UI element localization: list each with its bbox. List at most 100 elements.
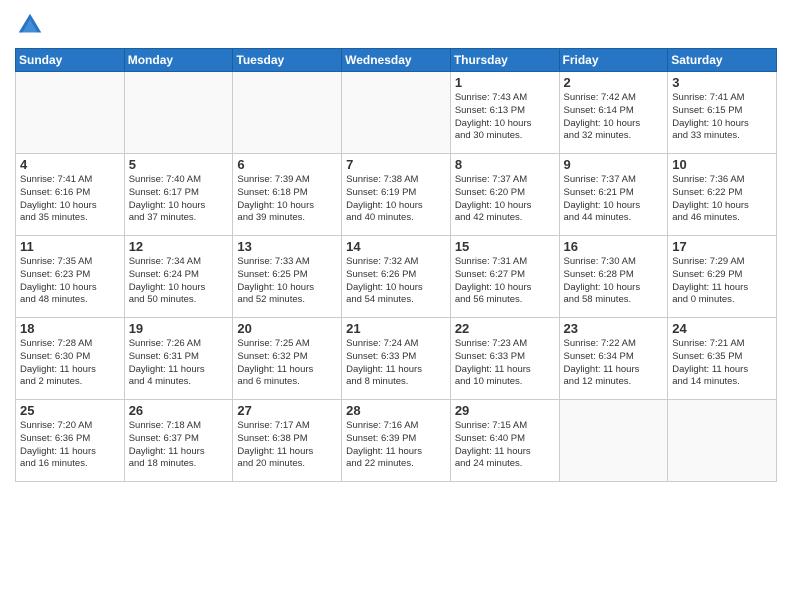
day-number: 25 (20, 403, 120, 418)
calendar-cell-day-23: 23 Sunrise: 7:22 AM Sunset: 6:34 PM Dayli… (559, 318, 668, 400)
calendar-cell-day-18: 18 Sunrise: 7:28 AM Sunset: 6:30 PM Dayli… (16, 318, 125, 400)
calendar-cell-empty (342, 72, 451, 154)
calendar-cell-day-13: 13 Sunrise: 7:33 AM Sunset: 6:25 PM Dayli… (233, 236, 342, 318)
day-number: 16 (564, 239, 664, 254)
weekday-header-tuesday: Tuesday (233, 49, 342, 72)
page-container: SundayMondayTuesdayWednesdayThursdayFrid… (0, 0, 792, 487)
calendar-cell-day-29: 29 Sunrise: 7:15 AM Sunset: 6:40 PM Dayli… (450, 400, 559, 482)
day-info: Sunrise: 7:32 AM Sunset: 6:26 PM Dayligh… (346, 256, 446, 307)
calendar-cell-day-9: 9 Sunrise: 7:37 AM Sunset: 6:21 PM Daylig… (559, 154, 668, 236)
day-info: Sunrise: 7:15 AM Sunset: 6:40 PM Dayligh… (455, 420, 555, 471)
day-number: 26 (129, 403, 229, 418)
day-info: Sunrise: 7:17 AM Sunset: 6:38 PM Dayligh… (237, 420, 337, 471)
day-info: Sunrise: 7:31 AM Sunset: 6:27 PM Dayligh… (455, 256, 555, 307)
day-number: 10 (672, 157, 772, 172)
calendar-cell-day-10: 10Sunrise: 7:36 AM Sunset: 6:22 PM Dayli… (668, 154, 777, 236)
day-info: Sunrise: 7:25 AM Sunset: 6:32 PM Dayligh… (237, 338, 337, 389)
day-info: Sunrise: 7:41 AM Sunset: 6:16 PM Dayligh… (20, 174, 120, 225)
day-info: Sunrise: 7:38 AM Sunset: 6:19 PM Dayligh… (346, 174, 446, 225)
calendar-cell-empty (559, 400, 668, 482)
day-info: Sunrise: 7:40 AM Sunset: 6:17 PM Dayligh… (129, 174, 229, 225)
day-number: 2 (564, 75, 664, 90)
day-number: 19 (129, 321, 229, 336)
day-number: 29 (455, 403, 555, 418)
calendar-cell-day-19: 19 Sunrise: 7:26 AM Sunset: 6:31 PM Dayli… (124, 318, 233, 400)
calendar-week-row: 18 Sunrise: 7:28 AM Sunset: 6:30 PM Dayli… (16, 318, 777, 400)
weekday-header-saturday: Saturday (668, 49, 777, 72)
weekday-header-sunday: Sunday (16, 49, 125, 72)
day-info: Sunrise: 7:21 AM Sunset: 6:35 PM Dayligh… (672, 338, 772, 389)
day-number: 23 (564, 321, 664, 336)
day-number: 17 (672, 239, 772, 254)
day-info: Sunrise: 7:43 AM Sunset: 6:13 PM Dayligh… (455, 92, 555, 143)
day-info: Sunrise: 7:22 AM Sunset: 6:34 PM Dayligh… (564, 338, 664, 389)
day-info: Sunrise: 7:35 AM Sunset: 6:23 PM Dayligh… (20, 256, 120, 307)
day-number: 20 (237, 321, 337, 336)
day-info: Sunrise: 7:18 AM Sunset: 6:37 PM Dayligh… (129, 420, 229, 471)
day-info: Sunrise: 7:20 AM Sunset: 6:36 PM Dayligh… (20, 420, 120, 471)
day-number: 14 (346, 239, 446, 254)
weekday-header-friday: Friday (559, 49, 668, 72)
day-number: 22 (455, 321, 555, 336)
day-number: 18 (20, 321, 120, 336)
calendar-cell-day-17: 17 Sunrise: 7:29 AM Sunset: 6:29 PM Dayli… (668, 236, 777, 318)
day-info: Sunrise: 7:39 AM Sunset: 6:18 PM Dayligh… (237, 174, 337, 225)
day-number: 28 (346, 403, 446, 418)
page-header (15, 10, 777, 40)
day-info: Sunrise: 7:24 AM Sunset: 6:33 PM Dayligh… (346, 338, 446, 389)
weekday-header-row: SundayMondayTuesdayWednesdayThursdayFrid… (16, 49, 777, 72)
calendar-cell-day-7: 7Sunrise: 7:38 AM Sunset: 6:19 PM Daylig… (342, 154, 451, 236)
day-number: 3 (672, 75, 772, 90)
calendar-cell-day-3: 3Sunrise: 7:41 AM Sunset: 6:15 PM Daylig… (668, 72, 777, 154)
day-info: Sunrise: 7:26 AM Sunset: 6:31 PM Dayligh… (129, 338, 229, 389)
calendar-cell-day-11: 11 Sunrise: 7:35 AM Sunset: 6:23 PM Dayli… (16, 236, 125, 318)
weekday-header-thursday: Thursday (450, 49, 559, 72)
day-info: Sunrise: 7:30 AM Sunset: 6:28 PM Dayligh… (564, 256, 664, 307)
calendar-table: SundayMondayTuesdayWednesdayThursdayFrid… (15, 48, 777, 482)
day-number: 5 (129, 157, 229, 172)
day-info: Sunrise: 7:33 AM Sunset: 6:25 PM Dayligh… (237, 256, 337, 307)
calendar-week-row: 1 Sunrise: 7:43 AM Sunset: 6:13 PM Daylig… (16, 72, 777, 154)
calendar-cell-day-26: 26 Sunrise: 7:18 AM Sunset: 6:37 PM Dayli… (124, 400, 233, 482)
day-number: 9 (564, 157, 664, 172)
day-info: Sunrise: 7:16 AM Sunset: 6:39 PM Dayligh… (346, 420, 446, 471)
day-number: 1 (455, 75, 555, 90)
logo-icon (15, 10, 45, 40)
calendar-cell-day-15: 15 Sunrise: 7:31 AM Sunset: 6:27 PM Dayli… (450, 236, 559, 318)
day-number: 24 (672, 321, 772, 336)
calendar-cell-day-24: 24 Sunrise: 7:21 AM Sunset: 6:35 PM Dayli… (668, 318, 777, 400)
day-number: 27 (237, 403, 337, 418)
day-number: 21 (346, 321, 446, 336)
day-number: 15 (455, 239, 555, 254)
calendar-cell-day-2: 2 Sunrise: 7:42 AM Sunset: 6:14 PM Daylig… (559, 72, 668, 154)
calendar-cell-day-27: 27 Sunrise: 7:17 AM Sunset: 6:38 PM Dayli… (233, 400, 342, 482)
day-info: Sunrise: 7:42 AM Sunset: 6:14 PM Dayligh… (564, 92, 664, 143)
day-number: 13 (237, 239, 337, 254)
calendar-cell-day-12: 12Sunrise: 7:34 AM Sunset: 6:24 PM Dayli… (124, 236, 233, 318)
calendar-cell-day-8: 8 Sunrise: 7:37 AM Sunset: 6:20 PM Daylig… (450, 154, 559, 236)
calendar-cell-empty (124, 72, 233, 154)
day-number: 8 (455, 157, 555, 172)
calendar-cell-day-22: 22 Sunrise: 7:23 AM Sunset: 6:33 PM Dayli… (450, 318, 559, 400)
calendar-week-row: 4 Sunrise: 7:41 AM Sunset: 6:16 PM Daylig… (16, 154, 777, 236)
weekday-header-wednesday: Wednesday (342, 49, 451, 72)
day-number: 4 (20, 157, 120, 172)
day-info: Sunrise: 7:28 AM Sunset: 6:30 PM Dayligh… (20, 338, 120, 389)
day-info: Sunrise: 7:37 AM Sunset: 6:20 PM Dayligh… (455, 174, 555, 225)
day-number: 6 (237, 157, 337, 172)
calendar-cell-day-28: 28 Sunrise: 7:16 AM Sunset: 6:39 PM Dayli… (342, 400, 451, 482)
calendar-cell-empty (16, 72, 125, 154)
day-info: Sunrise: 7:34 AM Sunset: 6:24 PM Dayligh… (129, 256, 229, 307)
day-info: Sunrise: 7:37 AM Sunset: 6:21 PM Dayligh… (564, 174, 664, 225)
calendar-cell-day-5: 5 Sunrise: 7:40 AM Sunset: 6:17 PM Daylig… (124, 154, 233, 236)
calendar-cell-day-20: 20 Sunrise: 7:25 AM Sunset: 6:32 PM Dayli… (233, 318, 342, 400)
calendar-cell-day-25: 25 Sunrise: 7:20 AM Sunset: 6:36 PM Dayli… (16, 400, 125, 482)
calendar-cell-day-6: 6 Sunrise: 7:39 AM Sunset: 6:18 PM Daylig… (233, 154, 342, 236)
day-number: 11 (20, 239, 120, 254)
logo (15, 10, 48, 40)
day-info: Sunrise: 7:23 AM Sunset: 6:33 PM Dayligh… (455, 338, 555, 389)
calendar-cell-day-4: 4 Sunrise: 7:41 AM Sunset: 6:16 PM Daylig… (16, 154, 125, 236)
calendar-cell-day-21: 21 Sunrise: 7:24 AM Sunset: 6:33 PM Dayli… (342, 318, 451, 400)
day-info: Sunrise: 7:29 AM Sunset: 6:29 PM Dayligh… (672, 256, 772, 307)
calendar-cell-empty (233, 72, 342, 154)
